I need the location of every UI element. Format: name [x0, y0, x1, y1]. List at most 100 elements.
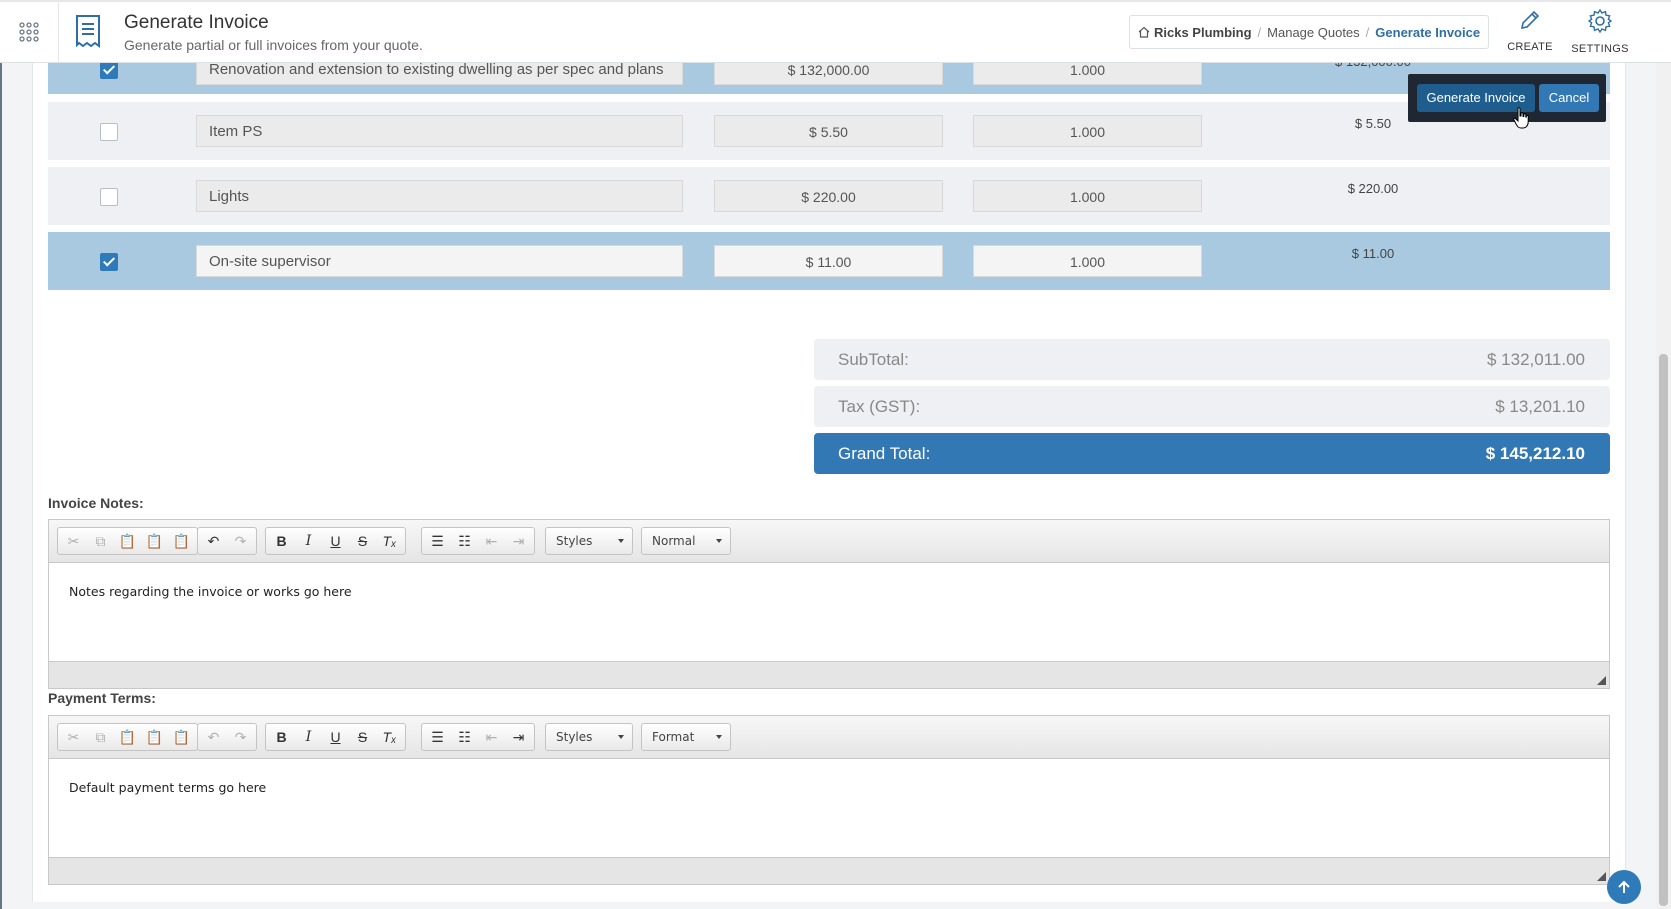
breadcrumb-home[interactable]: Ricks Plumbing [1138, 25, 1252, 40]
row-checkbox[interactable] [100, 188, 118, 206]
breadcrumb-manage-quotes[interactable]: Manage Quotes [1267, 25, 1360, 40]
terms-content[interactable]: Default payment terms go here [69, 780, 266, 795]
paste-text-icon[interactable]: 📋 [141, 725, 168, 749]
page-scrollbar[interactable] [1656, 62, 1671, 909]
item-qty-field[interactable]: 1.000 [973, 245, 1202, 277]
editor-footer [49, 857, 1609, 884]
item-qty-field[interactable]: 1.000 [973, 180, 1202, 212]
subtotal-label: SubTotal: [838, 350, 909, 369]
gear-icon [1587, 8, 1613, 34]
format-dropdown[interactable]: Normal [641, 527, 731, 555]
row-checkbox[interactable] [100, 123, 118, 141]
paste-text-icon[interactable]: 📋 [141, 529, 168, 553]
breadcrumb-separator: / [1257, 24, 1262, 40]
create-button[interactable]: CREATE [1495, 8, 1565, 53]
row-checkbox[interactable] [100, 253, 118, 271]
scroll-to-top-button[interactable] [1607, 870, 1641, 904]
grand-total-label: Grand Total: [838, 444, 931, 463]
redo-icon[interactable]: ↷ [227, 529, 254, 553]
settings-button[interactable]: SETTINGS [1565, 8, 1635, 55]
bullet-list-icon[interactable]: ☷ [451, 725, 478, 749]
item-price-field[interactable]: $ 11.00 [714, 245, 943, 277]
subtotal-row: SubTotal: $ 132,011.00 [814, 339, 1610, 380]
breadcrumb-current: Generate Invoice [1375, 24, 1481, 40]
styles-dropdown[interactable]: Styles [545, 527, 633, 555]
header-top-line [0, 0, 1671, 2]
paste-icon[interactable]: 📋 [114, 529, 141, 553]
underline-icon[interactable]: U [322, 529, 349, 553]
bold-icon[interactable]: B [268, 529, 295, 553]
text-style-group: B I U S Tₓ [265, 723, 406, 751]
breadcrumb-home-label: Ricks Plumbing [1154, 24, 1252, 40]
page-subtitle: Generate partial or full invoices from y… [124, 37, 423, 53]
numbered-list-icon[interactable]: ☰ [424, 529, 451, 553]
paste-word-icon[interactable]: 📋 [168, 529, 195, 553]
underline-icon[interactable]: U [322, 725, 349, 749]
resize-handle-icon[interactable] [1597, 676, 1606, 685]
strikethrough-icon[interactable]: S [349, 725, 376, 749]
settings-label: SETTINGS [1571, 43, 1629, 55]
strikethrough-icon[interactable]: S [349, 529, 376, 553]
text-style-group: B I U S Tₓ [265, 527, 406, 555]
bold-icon[interactable]: B [268, 725, 295, 749]
payment-terms-editor[interactable]: ✂ ⧉ 📋 📋 📋 ↶ ↷ B I U S Tₓ ☰ ☷ ⇤ ⇥ Styles … [48, 715, 1610, 885]
undo-icon[interactable]: ↶ [200, 529, 227, 553]
item-description-field[interactable]: Item PS [196, 115, 683, 147]
bullet-list-icon[interactable]: ☷ [451, 529, 478, 553]
apps-menu-button[interactable] [0, 2, 59, 62]
indent-icon[interactable]: ⇥ [505, 725, 532, 749]
apps-grid-icon [19, 22, 39, 42]
redo-icon[interactable]: ↷ [227, 725, 254, 749]
subtotal-value: $ 132,011.00 [1487, 350, 1585, 369]
pencil-icon [1520, 10, 1540, 30]
scrollbar-thumb[interactable] [1659, 354, 1668, 906]
paste-icon[interactable]: 📋 [114, 725, 141, 749]
copy-icon[interactable]: ⧉ [87, 725, 114, 749]
line-item-row[interactable]: Lights $ 220.00 1.000 $ 220.00 [48, 167, 1610, 225]
left-edge [0, 0, 2, 909]
item-description-field[interactable]: Lights [196, 180, 683, 212]
resize-handle-icon[interactable] [1597, 872, 1606, 881]
page-header: Generate Invoice Generate partial or ful… [0, 0, 1671, 63]
list-group: ☰ ☷ ⇤ ⇥ [421, 527, 535, 555]
breadcrumb-separator: / [1365, 24, 1370, 40]
line-item-row[interactable]: Item PS $ 5.50 1.000 $ 5.50 [48, 102, 1610, 160]
italic-icon[interactable]: I [295, 529, 322, 553]
row-checkbox[interactable] [100, 61, 118, 79]
format-dropdown[interactable]: Format [641, 723, 731, 751]
italic-icon[interactable]: I [295, 725, 322, 749]
remove-format-icon[interactable]: Tₓ [376, 529, 403, 553]
create-label: CREATE [1507, 41, 1553, 53]
clipboard-group: ✂ ⧉ 📋 📋 📋 [57, 527, 198, 555]
editor-footer [49, 661, 1609, 688]
item-price-field[interactable]: $ 220.00 [714, 180, 943, 212]
hand-cursor-icon [1513, 107, 1529, 134]
undo-icon[interactable]: ↶ [200, 725, 227, 749]
invoice-action-bar: Generate Invoice Cancel [1408, 74, 1606, 122]
outdent-icon[interactable]: ⇤ [478, 725, 505, 749]
item-price-field[interactable]: $ 5.50 [714, 115, 943, 147]
copy-icon[interactable]: ⧉ [87, 529, 114, 553]
remove-format-icon[interactable]: Tₓ [376, 725, 403, 749]
line-item-row[interactable]: On-site supervisor $ 11.00 1.000 $ 11.00 [48, 232, 1610, 290]
cut-icon[interactable]: ✂ [60, 725, 87, 749]
item-qty-field[interactable]: 1.000 [973, 115, 1202, 147]
item-description-field[interactable]: On-site supervisor [196, 245, 683, 277]
styles-dropdown[interactable]: Styles [545, 723, 633, 751]
indent-icon[interactable]: ⇥ [505, 529, 532, 553]
home-icon [1138, 26, 1150, 38]
editor-toolbar: ✂ ⧉ 📋 📋 📋 ↶ ↷ B I U S Tₓ ☰ ☷ ⇤ ⇥ Styles … [49, 716, 1609, 759]
payment-terms-label: Payment Terms: [48, 690, 156, 706]
clipboard-group: ✂ ⧉ 📋 📋 📋 [57, 723, 198, 751]
cut-icon[interactable]: ✂ [60, 529, 87, 553]
cancel-button[interactable]: Cancel [1539, 84, 1599, 112]
numbered-list-icon[interactable]: ☰ [424, 725, 451, 749]
paste-word-icon[interactable]: 📋 [168, 725, 195, 749]
outdent-icon[interactable]: ⇤ [478, 529, 505, 553]
arrow-up-icon [1618, 880, 1630, 893]
tax-row: Tax (GST): $ 13,201.10 [814, 386, 1610, 427]
invoice-notes-editor[interactable]: ✂ ⧉ 📋 📋 📋 ↶ ↷ B I U S Tₓ ☰ ☷ ⇤ ⇥ Styles … [48, 519, 1610, 689]
notes-content[interactable]: Notes regarding the invoice or works go … [69, 584, 352, 599]
list-group: ☰ ☷ ⇤ ⇥ [421, 723, 535, 751]
invoice-document-icon [74, 14, 102, 53]
